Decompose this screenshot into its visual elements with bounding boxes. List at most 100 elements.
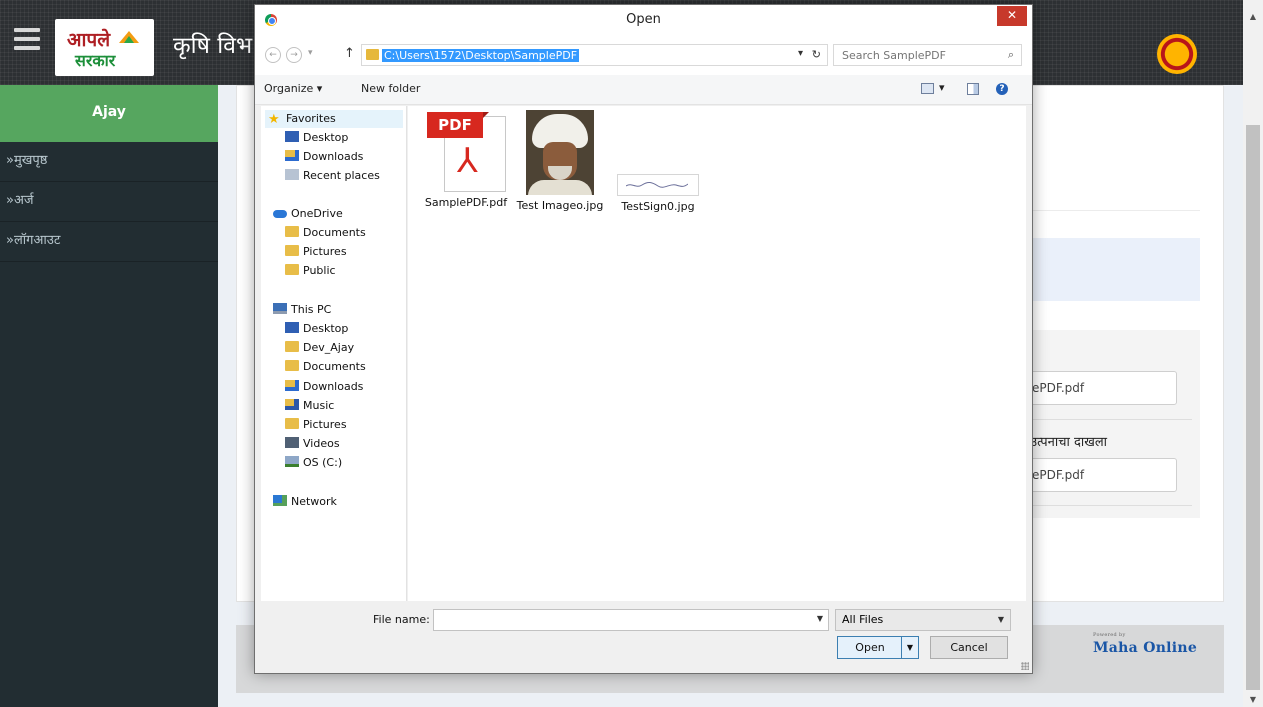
file-item-test-sign[interactable]: TestSign0.jpg	[613, 110, 703, 213]
signature-thumbnail	[617, 174, 699, 196]
recent-places-icon	[285, 169, 299, 180]
file-item-test-image[interactable]: Test Imageo.jpg	[515, 110, 605, 212]
downloads-icon	[285, 380, 299, 391]
tree-item-favorites[interactable]: ★ Favorites	[265, 110, 403, 128]
divider	[1027, 505, 1192, 506]
tree-item-dev-ajay[interactable]: Dev_Ajay	[285, 339, 354, 357]
folder-icon	[285, 418, 299, 429]
file-type-value: All Files	[842, 613, 884, 626]
tree-item-this-pc[interactable]: This PC	[273, 301, 331, 319]
tree-item-onedrive-documents[interactable]: Documents	[285, 224, 366, 242]
dialog-bottom-panel: File name: ▼ All Files ▼ Open ▼ Cancel	[255, 601, 1032, 673]
up-arrow-icon[interactable]: ↑	[344, 46, 355, 61]
view-options-chevron-icon[interactable]: ▾	[939, 81, 945, 94]
sidebar-item-application[interactable]: »अर्ज	[0, 182, 218, 222]
help-icon[interactable]: ?	[996, 83, 1008, 95]
tree-item-desktop[interactable]: Desktop	[285, 129, 348, 147]
tree-item-music[interactable]: Music	[285, 397, 334, 415]
tree-item-label: OS (C:)	[303, 456, 343, 469]
tree-item-pc-documents[interactable]: Documents	[285, 358, 366, 376]
forward-arrow-icon[interactable]: →	[286, 47, 302, 63]
tree-item-label: This PC	[291, 303, 332, 316]
file-name: TestSign0.jpg	[621, 200, 695, 213]
refresh-icon[interactable]: ↻	[812, 48, 821, 61]
hamburger-menu-icon[interactable]	[14, 28, 40, 50]
scroll-up-arrow-icon[interactable]: ▲	[1248, 12, 1258, 22]
folder-icon	[285, 360, 299, 371]
tree-item-recent-places[interactable]: Recent places	[285, 167, 380, 185]
scrollbar-thumb[interactable]	[1246, 125, 1260, 690]
tree-item-network[interactable]: Network	[273, 493, 337, 511]
close-dialog-button[interactable]: ✕	[997, 6, 1027, 26]
computer-icon	[273, 303, 287, 314]
site-title: कृषि विभ	[173, 33, 253, 59]
tree-item-label: Documents	[303, 226, 366, 239]
organize-menu-button[interactable]: Organize ▾	[264, 82, 322, 95]
tree-item-pc-pictures[interactable]: Pictures	[285, 416, 347, 434]
file-name: SamplePDF.pdf	[424, 196, 508, 209]
scroll-down-arrow-icon[interactable]: ▼	[1248, 695, 1258, 705]
recent-locations-chevron-icon[interactable]: ▾	[308, 48, 313, 58]
change-view-icon[interactable]	[921, 83, 934, 94]
cloud-icon	[273, 210, 287, 218]
file-name-label: File name:	[373, 613, 430, 626]
tree-item-label: Public	[303, 264, 336, 277]
file-name-dropdown-chevron-icon[interactable]: ▼	[817, 614, 823, 623]
dialog-toolbar: Organize ▾ New folder ▾ ?	[255, 75, 1032, 105]
tree-item-onedrive-pictures[interactable]: Pictures	[285, 243, 347, 261]
preview-pane-icon[interactable]	[967, 83, 979, 95]
page-scrollbar[interactable]: ▲ ▼	[1243, 0, 1263, 707]
desktop-icon	[285, 131, 299, 142]
file-item-samplepdf[interactable]: PDF ⅄ SamplePDF.pdf	[421, 112, 511, 209]
tree-item-label: Favorites	[286, 112, 336, 125]
uploaded-file-field-2[interactable]: ePDF.pdf	[1027, 458, 1177, 492]
dialog-navigation-bar: ← → ▾ ↑ C:\Users\1572\Desktop\SamplePDF …	[255, 35, 1032, 75]
tree-item-label: Downloads	[303, 380, 364, 393]
open-options-dropdown-icon[interactable]: ▼	[901, 637, 918, 658]
tree-item-pc-desktop[interactable]: Desktop	[285, 320, 348, 338]
search-input[interactable]	[834, 45, 994, 65]
file-name-input[interactable]	[434, 610, 804, 630]
search-icon[interactable]: ⌕	[1008, 48, 1014, 62]
logo-line2: सरकार	[75, 51, 116, 70]
music-icon	[285, 399, 299, 410]
sidebar-item-home[interactable]: »मुखपृष्ठ	[0, 142, 218, 182]
back-arrow-icon[interactable]: ←	[265, 47, 281, 63]
open-button-label: Open	[855, 641, 885, 654]
tree-item-label: Pictures	[303, 245, 347, 258]
uploaded-file-field-1[interactable]: ePDF.pdf	[1027, 371, 1177, 405]
tree-item-label: Desktop	[303, 322, 349, 335]
sidebar-item-logout[interactable]: »लॉगआउट	[0, 222, 218, 262]
file-type-select[interactable]: All Files ▼	[835, 609, 1011, 631]
folder-icon	[285, 245, 299, 256]
network-icon	[273, 495, 287, 506]
tree-item-label: Documents	[303, 360, 366, 373]
sidebar: Ajay »मुखपृष्ठ »अर्ज »लॉगआउट	[0, 85, 218, 707]
tree-item-os-drive[interactable]: OS (C:)	[285, 454, 342, 472]
address-bar[interactable]: C:\Users\1572\Desktop\SamplePDF ▾ ↻	[361, 44, 828, 66]
file-name-combobox[interactable]: ▼	[433, 609, 829, 631]
tree-item-pc-downloads[interactable]: Downloads	[285, 378, 363, 396]
dialog-title: Open	[626, 12, 661, 27]
tree-item-onedrive[interactable]: OneDrive	[273, 205, 343, 223]
tree-item-downloads[interactable]: Downloads	[285, 148, 363, 166]
open-button[interactable]: Open ▼	[837, 636, 919, 659]
cancel-button[interactable]: Cancel	[930, 636, 1008, 659]
dialog-title-bar[interactable]: Open ✕	[255, 5, 1032, 35]
address-dropdown-chevron-icon[interactable]: ▾	[798, 48, 803, 59]
address-path[interactable]: C:\Users\1572\Desktop\SamplePDF	[382, 49, 580, 62]
aaple-sarkar-logo[interactable]: आपले सरकार	[55, 19, 154, 76]
tree-item-label: Recent places	[303, 169, 380, 182]
tree-item-videos[interactable]: Videos	[285, 435, 340, 453]
new-folder-button[interactable]: New folder	[361, 82, 420, 95]
star-icon: ★	[268, 112, 280, 127]
resize-grip-icon[interactable]	[1021, 662, 1029, 670]
folder-icon	[285, 264, 299, 275]
government-emblem-icon	[1157, 34, 1197, 74]
tree-item-onedrive-public[interactable]: Public	[285, 262, 336, 280]
powered-by-text: Powered by	[1093, 632, 1126, 638]
tree-item-label: OneDrive	[291, 207, 343, 220]
search-box[interactable]: ⌕	[833, 44, 1022, 66]
navigation-pane: ★ Favorites Desktop Downloads Recent plac…	[261, 106, 407, 601]
divider	[1027, 419, 1192, 420]
